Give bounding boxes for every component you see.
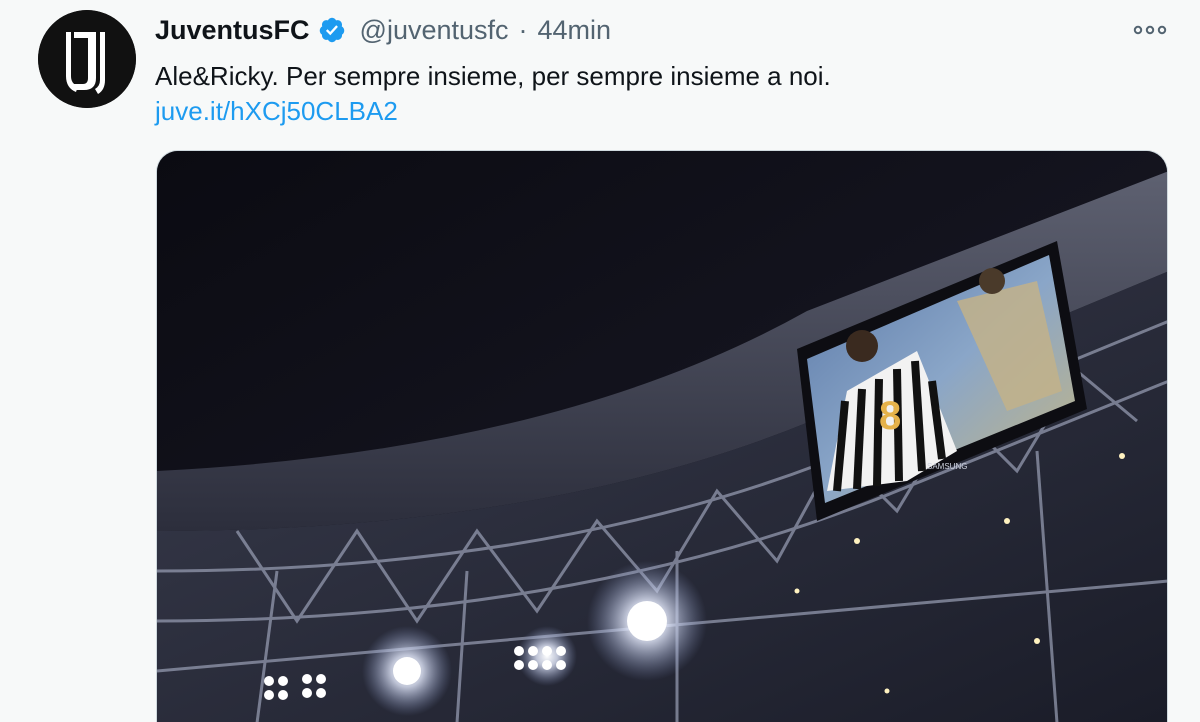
scoreboard-number: 8 [879, 394, 901, 438]
display-name[interactable]: JuventusFC [155, 15, 310, 46]
timestamp[interactable]: 44min [538, 15, 612, 46]
avatar[interactable] [38, 10, 136, 108]
separator-dot: · [518, 14, 528, 45]
tweet-link[interactable]: juve.it/hXCj50CLBA2 [155, 93, 398, 129]
handle[interactable]: @juventusfc [360, 15, 509, 46]
more-options-icon[interactable] [1132, 20, 1168, 40]
scoreboard-brand: SAMSUNG [927, 462, 967, 471]
stadium-photo: 8 SAMSUNG [157, 151, 1167, 722]
juventus-logo-icon [38, 10, 136, 108]
tweet-text: Ale&Ricky. Per sempre insieme, per sempr… [155, 61, 831, 91]
tweet-header: JuventusFC @juventusfc · 44min [155, 12, 611, 48]
tweet-media-image[interactable]: 8 SAMSUNG [156, 150, 1168, 722]
tweet[interactable]: JuventusFC @juventusfc · 44min Ale&Ricky… [0, 0, 1200, 722]
verified-badge-icon [318, 16, 346, 44]
